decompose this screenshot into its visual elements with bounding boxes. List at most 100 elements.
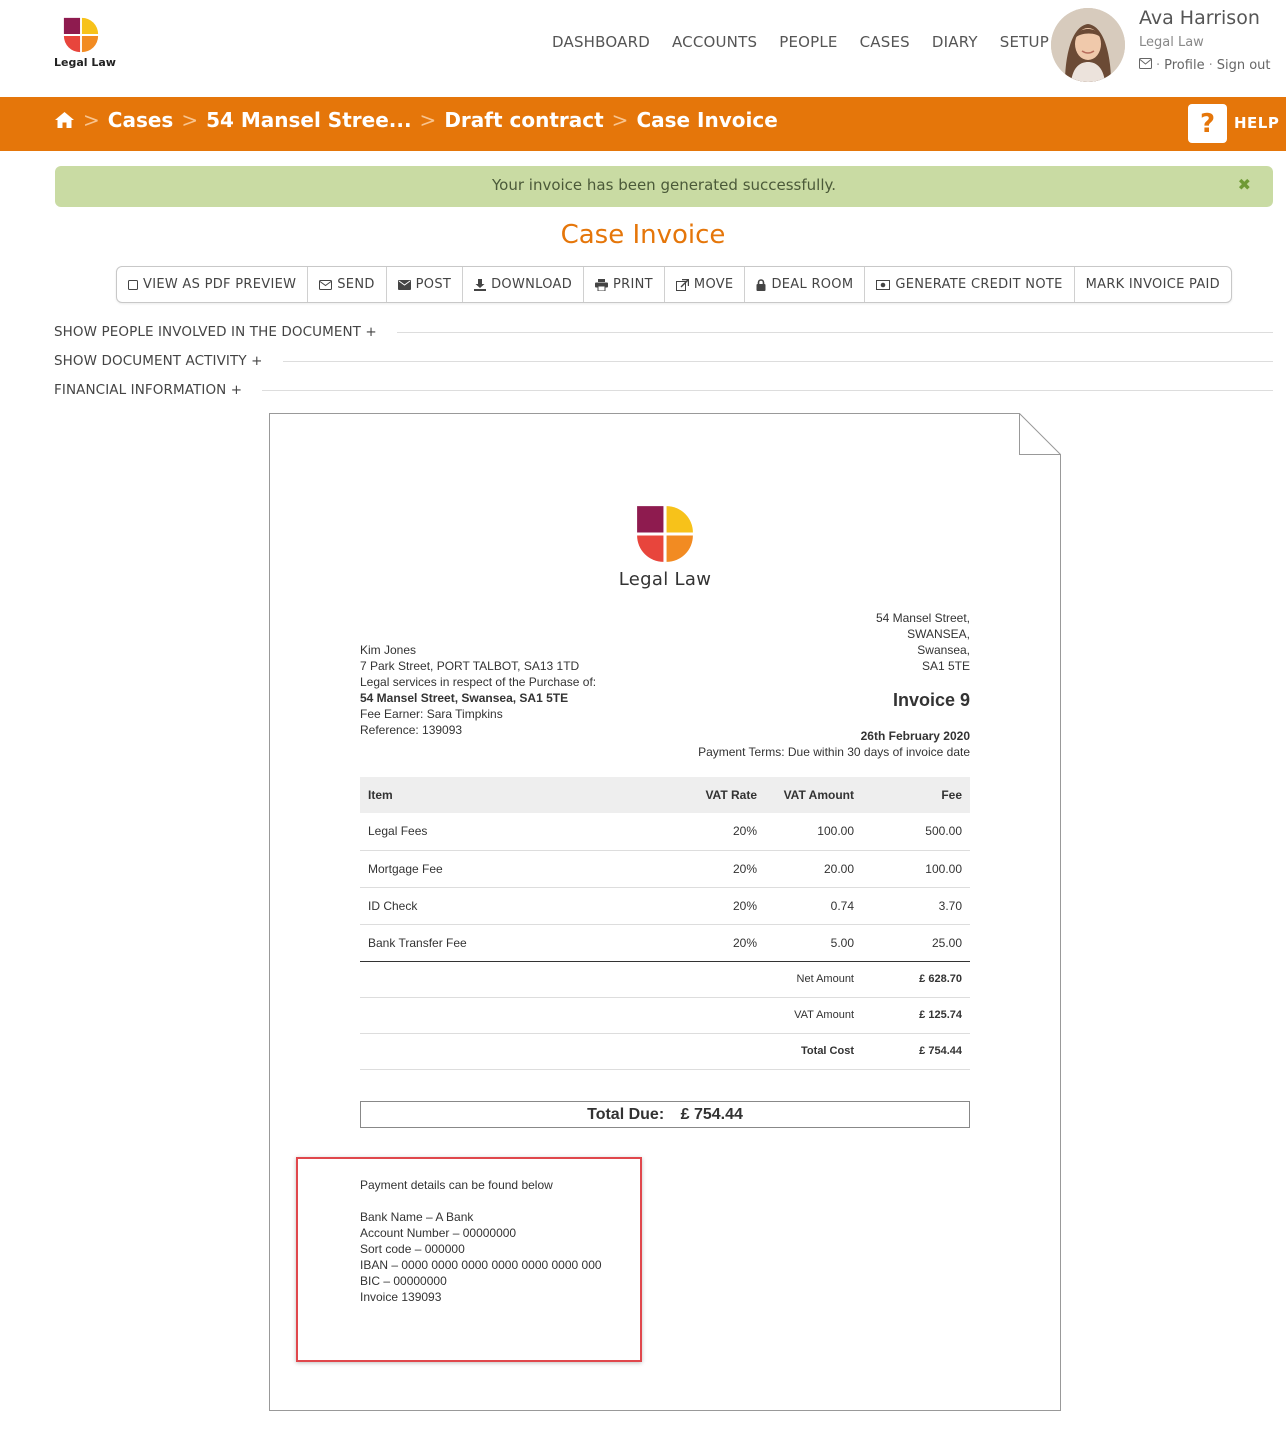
breadcrumb-document[interactable]: Draft contract — [444, 108, 603, 132]
reference: Reference: 139093 — [360, 723, 463, 737]
client-name: Kim Jones — [360, 643, 417, 657]
address-line: SWANSEA, — [907, 627, 970, 641]
print-icon — [595, 278, 609, 291]
summary-label: Net Amount — [765, 961, 862, 998]
help-icon[interactable]: ? — [1188, 104, 1227, 143]
summary-row-vat: VAT Amount £ 125.74 — [360, 997, 970, 1034]
print-button[interactable]: PRINT — [584, 267, 665, 302]
generate-credit-note-button[interactable]: GENERATE CREDIT NOTE — [865, 267, 1075, 302]
invoice-title: Invoice 9 — [892, 690, 970, 710]
brand-logo[interactable]: Legal Law — [54, 16, 116, 69]
cell-vat-rate: 20% — [660, 924, 765, 962]
summary-label: VAT Amount — [765, 997, 862, 1034]
summary-value: £ 125.74 — [862, 997, 970, 1034]
breadcrumb-cases[interactable]: Cases — [108, 108, 174, 132]
payment-line: Invoice 139093 — [360, 1290, 442, 1304]
nav-cases[interactable]: CASES — [860, 33, 910, 51]
nav-setup[interactable]: SETUP — [1000, 33, 1049, 51]
nav-diary[interactable]: DIARY — [932, 33, 978, 51]
envelope-icon[interactable] — [1139, 58, 1152, 73]
button-label: GENERATE CREDIT NOTE — [895, 277, 1063, 292]
invoice-items-table: Item VAT Rate VAT Amount Fee Legal Fees … — [360, 777, 970, 1070]
button-label: MOVE — [693, 277, 734, 292]
table-row: Mortgage Fee 20% 20.00 100.00 — [360, 850, 970, 888]
client-address: 7 Park Street, PORT TALBOT, SA13 1TD — [360, 659, 580, 673]
button-label: POST — [415, 277, 452, 292]
summary-row-total: Total Cost £ 754.44 — [360, 1033, 970, 1070]
nav-accounts[interactable]: ACCOUNTS — [672, 33, 757, 51]
invoice-date: 26th February 2020 — [860, 729, 970, 743]
close-icon[interactable]: ✖ — [1238, 175, 1251, 194]
section-label[interactable]: SHOW DOCUMENT ACTIVITY + — [54, 353, 283, 369]
cell-vat-amount: 5.00 — [765, 924, 862, 962]
download-button[interactable]: DOWNLOAD — [463, 267, 585, 302]
payment-terms: Payment Terms: Due within 30 days of inv… — [698, 745, 970, 759]
column-header-vat-rate: VAT Rate — [660, 777, 765, 813]
address-line: 54 Mansel Street, — [875, 611, 970, 625]
section-document-activity[interactable]: SHOW DOCUMENT ACTIVITY + — [54, 351, 1273, 371]
divider — [262, 389, 1273, 391]
cell-item: Legal Fees — [360, 813, 660, 851]
cell-fee: 100.00 — [862, 850, 970, 888]
success-alert: Your invoice has been generated successf… — [55, 166, 1273, 207]
button-label: PRINT — [613, 277, 653, 292]
send-button[interactable]: SEND — [308, 267, 387, 302]
column-header-vat-amount: VAT Amount — [765, 777, 862, 813]
divider — [282, 360, 1273, 362]
user-firm: Legal Law — [1139, 35, 1204, 50]
section-people-involved[interactable]: SHOW PEOPLE INVOLVED IN THE DOCUMENT + — [54, 322, 1273, 342]
summary-value: £ 628.70 — [862, 961, 970, 998]
section-label[interactable]: FINANCIAL INFORMATION + — [54, 382, 262, 398]
cell-vat-rate: 20% — [660, 887, 765, 925]
move-button[interactable]: MOVE — [665, 267, 746, 302]
summary-value: £ 754.44 — [862, 1033, 970, 1070]
button-label: SEND — [337, 277, 375, 292]
nav-people[interactable]: PEOPLE — [779, 33, 837, 51]
page-title: Case Invoice — [560, 220, 726, 250]
breadcrumb-case[interactable]: 54 Mansel Stree... — [206, 108, 411, 132]
top-header: Legal Law DASHBOARD ACCOUNTS PEOPLE CASE… — [0, 0, 1286, 97]
payment-line: IBAN – 0000 0000 0000 0000 0000 0000 000 — [360, 1258, 602, 1272]
home-icon[interactable] — [54, 111, 75, 129]
money-icon — [876, 279, 891, 290]
mark-invoice-paid-button[interactable]: MARK INVOICE PAID — [1075, 267, 1231, 302]
help-button[interactable]: HELP — [1234, 114, 1279, 132]
client-property: 54 Mansel Street, Swansea, SA1 5TE — [360, 691, 569, 705]
view-pdf-preview-button[interactable]: VIEW AS PDF PREVIEW — [117, 267, 309, 302]
cell-vat-amount: 100.00 — [765, 813, 862, 851]
sign-out-link[interactable]: Sign out — [1217, 58, 1271, 73]
address-line: SA1 5TE — [921, 659, 970, 673]
divider — [396, 331, 1273, 333]
nav-dashboard[interactable]: DASHBOARD — [552, 33, 650, 51]
breadcrumb-current: Case Invoice — [636, 108, 778, 132]
post-button[interactable]: POST — [387, 267, 464, 302]
table-row: Legal Fees 20% 100.00 500.00 — [360, 813, 970, 851]
button-label: DEAL ROOM — [771, 277, 854, 292]
avatar[interactable] — [1051, 8, 1125, 82]
payment-line: Bank Name – A Bank — [360, 1210, 474, 1224]
summary-label: Total Cost — [765, 1033, 862, 1070]
profile-link[interactable]: Profile — [1164, 58, 1204, 73]
table-row: ID Check 20% 0.74 3.70 — [360, 887, 970, 925]
deal-room-button[interactable]: DEAL ROOM — [745, 267, 866, 302]
external-link-icon — [675, 278, 689, 291]
payment-line: BIC – 00000000 — [360, 1274, 447, 1288]
section-label[interactable]: SHOW PEOPLE INVOLVED IN THE DOCUMENT + — [54, 324, 397, 340]
cell-fee: 500.00 — [862, 813, 970, 851]
total-due-label: Total Due: — [587, 1106, 665, 1123]
breadcrumb-separator: > — [611, 108, 629, 132]
client-details: Kim Jones 7 Park Street, PORT TALBOT, SA… — [360, 642, 596, 738]
lock-icon — [756, 278, 766, 291]
cell-vat-rate: 20% — [660, 850, 765, 888]
cell-fee: 25.00 — [862, 924, 970, 962]
invoice-logo-text: Legal Law — [618, 569, 712, 590]
logo-mark-icon — [637, 506, 693, 562]
table-row: Bank Transfer Fee 20% 5.00 25.00 — [360, 924, 970, 962]
cell-vat-amount: 20.00 — [765, 850, 862, 888]
table-header-row: Item VAT Rate VAT Amount Fee — [360, 777, 970, 813]
button-label: MARK INVOICE PAID — [1085, 277, 1220, 292]
invoice-document: Legal Law 54 Mansel Street, SWANSEA, Swa… — [269, 413, 1061, 1411]
section-financial-information[interactable]: FINANCIAL INFORMATION + — [54, 380, 1273, 400]
payment-details: Payment details can be found below Bank … — [360, 1177, 602, 1305]
separator-dot: · — [1208, 58, 1213, 73]
